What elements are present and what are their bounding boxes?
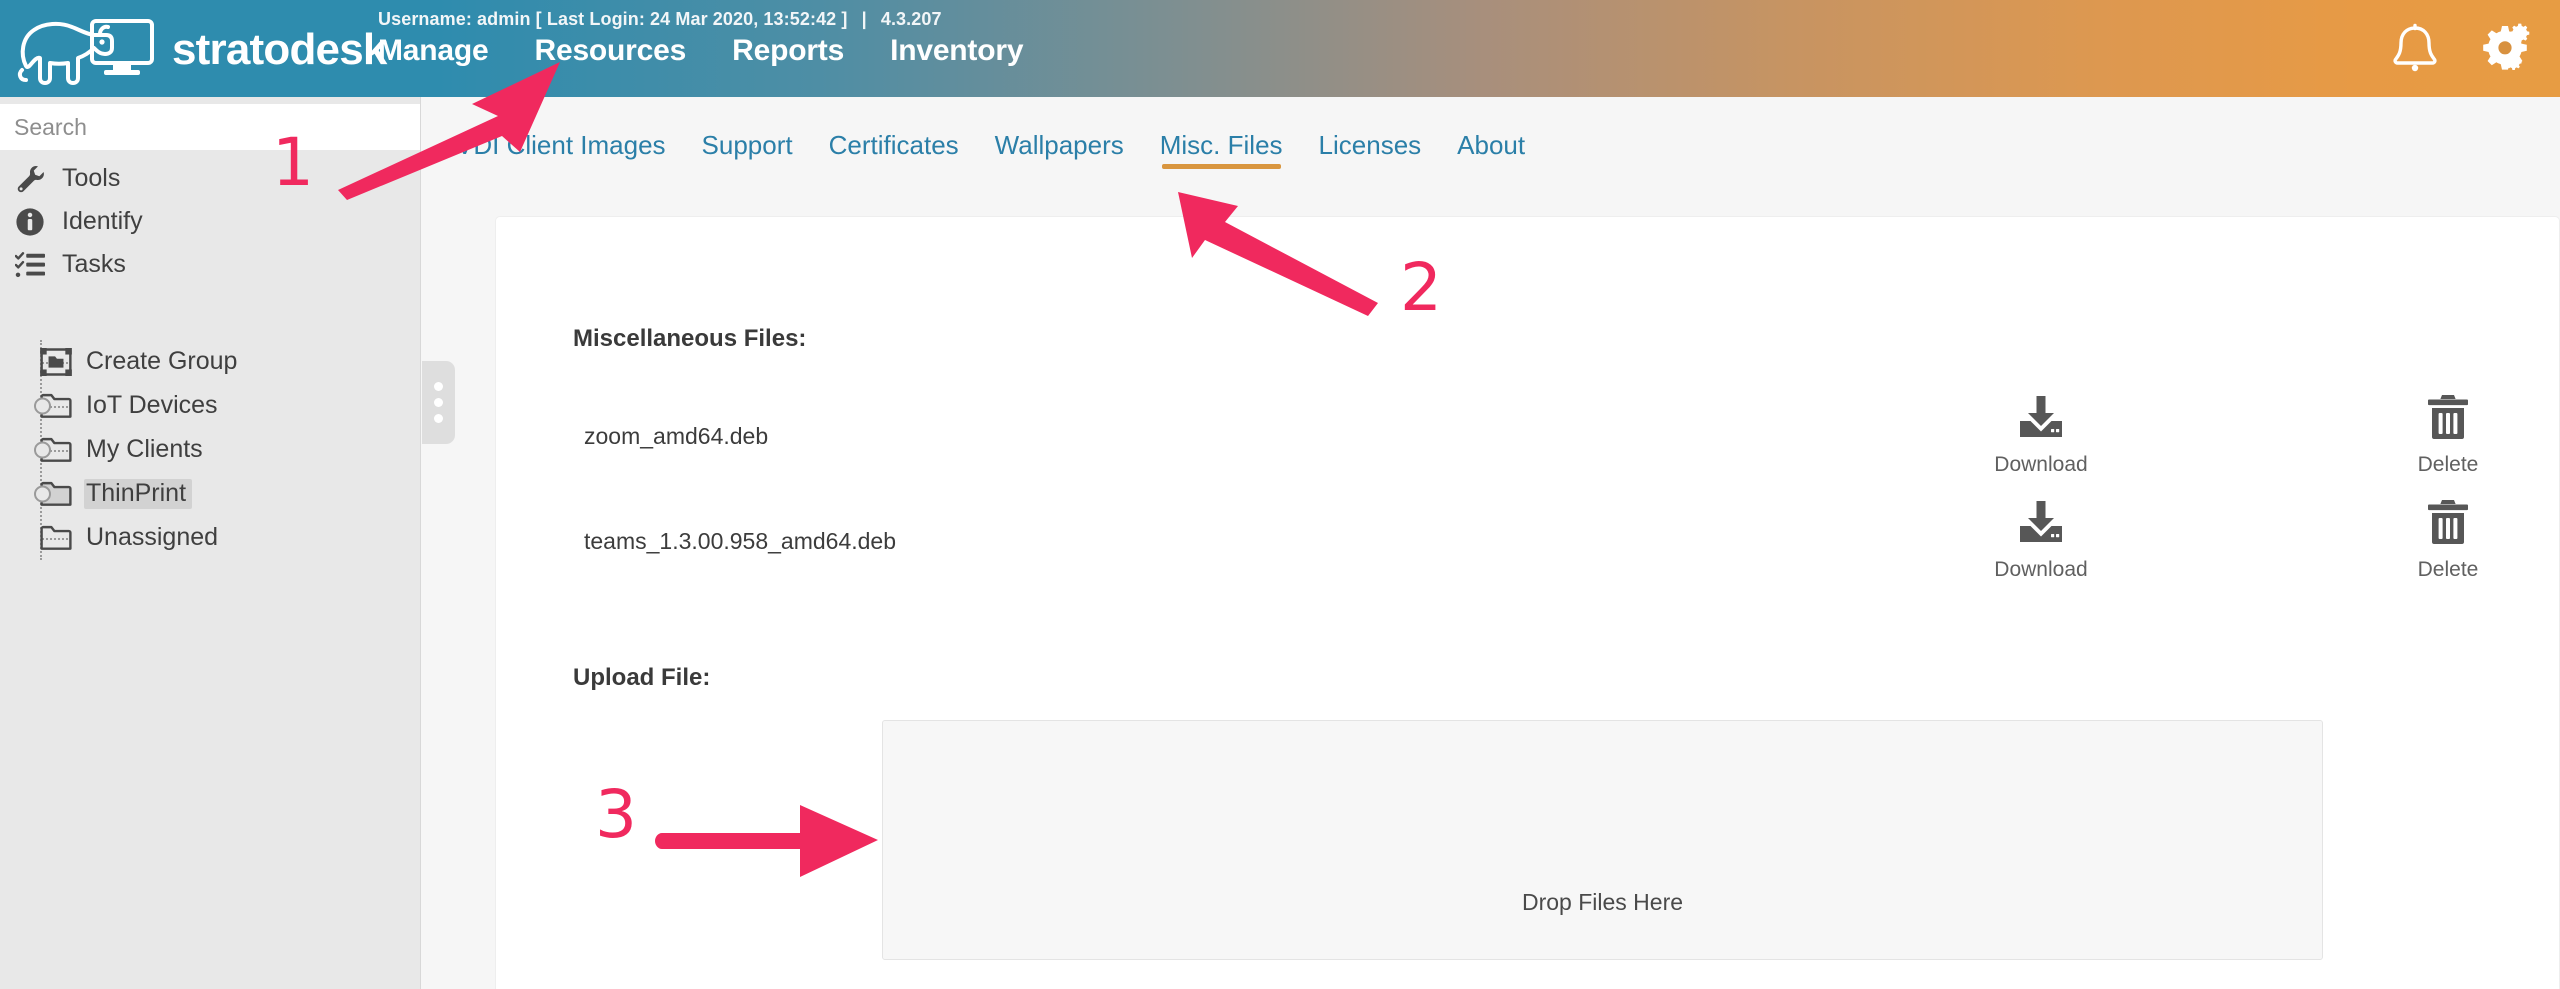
- username-label: Username: admin: [378, 9, 531, 29]
- tab-misc-files[interactable]: Misc. Files: [1160, 132, 1283, 169]
- tree-expand-knob[interactable]: [34, 441, 51, 459]
- download-icon: [2018, 394, 2064, 445]
- misc-files-panel: Miscellaneous Files: zoom_amd64.deb Down…: [495, 216, 2560, 989]
- download-button[interactable]: Download: [1966, 394, 2116, 475]
- dropzone-label: Drop Files Here: [1521, 889, 1684, 915]
- main-navigation: Manage Resources Reports Inventory: [378, 34, 1024, 68]
- handle-dot: [434, 382, 443, 391]
- tree-item-iot-devices[interactable]: IoT Devices: [0, 384, 421, 428]
- sidebar-item-label: Identify: [62, 207, 143, 235]
- tree-expand-knob[interactable]: [34, 397, 51, 415]
- delete-button[interactable]: Delete: [2373, 394, 2523, 475]
- tree-item-create-group[interactable]: Create Group: [0, 340, 421, 384]
- gears-icon[interactable]: [2482, 22, 2538, 79]
- tab-about[interactable]: About: [1457, 132, 1525, 169]
- tab-licenses[interactable]: Licenses: [1319, 132, 1422, 169]
- trash-icon: [2427, 394, 2469, 445]
- download-button[interactable]: Download: [1966, 499, 2116, 580]
- app-root: stratodesk Username: admin [ Last Login:…: [0, 0, 2560, 989]
- tree-item-unassigned[interactable]: Unassigned: [0, 516, 421, 560]
- file-name: teams_1.3.00.958_amd64.deb: [584, 528, 897, 554]
- sidebar-item-tools[interactable]: Tools: [0, 157, 421, 200]
- content-area: Miscellaneous Files: zoom_amd64.deb Down…: [421, 97, 2560, 989]
- misc-files-heading: Miscellaneous Files:: [573, 325, 807, 352]
- version-label: 4.3.207: [880, 9, 942, 29]
- download-icon: [2018, 499, 2064, 550]
- delete-label: Delete: [2417, 453, 2479, 476]
- brand-name: stratodesk: [172, 25, 387, 74]
- header-icon-group: [2392, 22, 2538, 79]
- nav-manage[interactable]: Manage: [378, 34, 489, 68]
- file-dropzone[interactable]: Drop Files Here: [882, 720, 2323, 960]
- trash-icon: [2427, 499, 2469, 550]
- nav-resources[interactable]: Resources: [535, 34, 687, 68]
- sidebar-item-tasks[interactable]: Tasks: [0, 243, 421, 286]
- tree-item-label: IoT Devices: [86, 391, 218, 419]
- tree-item-label: Create Group: [86, 347, 238, 375]
- top-header-bar: stratodesk Username: admin [ Last Login:…: [0, 0, 2560, 97]
- handle-dot: [434, 414, 443, 423]
- tab-support[interactable]: Support: [702, 132, 793, 169]
- tree-item-label: Unassigned: [86, 523, 219, 551]
- search-input[interactable]: [0, 104, 420, 150]
- bell-icon[interactable]: [2392, 23, 2438, 78]
- tab-vdi-client-images[interactable]: VDI Client Images: [456, 132, 666, 169]
- brand-logo[interactable]: stratodesk: [14, 8, 387, 86]
- create-group-icon: [36, 348, 76, 376]
- info-circle-icon: [10, 207, 50, 237]
- info-separator: |: [861, 9, 867, 29]
- file-row: zoom_amd64.deb Download Delete: [496, 386, 2559, 496]
- download-label: Download: [1994, 558, 2088, 581]
- tree-item-thinprint[interactable]: ThinPrint: [0, 472, 421, 516]
- file-name: zoom_amd64.deb: [584, 423, 769, 449]
- last-login-label: [ Last Login: 24 Mar 2020, 13:52:42 ]: [535, 9, 848, 29]
- tree-item-my-clients[interactable]: My Clients: [0, 428, 421, 472]
- wrench-icon: [10, 164, 50, 194]
- download-label: Download: [1994, 453, 2088, 476]
- delete-label: Delete: [2417, 558, 2479, 581]
- upload-file-heading: Upload File:: [573, 664, 711, 691]
- tree-expand-knob[interactable]: [34, 485, 51, 503]
- sidebar-collapse-handle[interactable]: [422, 361, 455, 444]
- left-sidebar: Tools Identify: [0, 97, 421, 989]
- file-row: teams_1.3.00.958_amd64.deb Download Dele…: [496, 491, 2559, 601]
- tree-item-label: My Clients: [86, 435, 203, 463]
- tree-item-label: ThinPrint: [84, 479, 193, 509]
- handle-dot: [434, 398, 443, 407]
- sidebar-item-label: Tasks: [62, 250, 126, 278]
- nav-reports[interactable]: Reports: [732, 34, 844, 68]
- user-info-line: Username: admin [ Last Login: 24 Mar 202…: [378, 9, 942, 30]
- sidebar-item-identify[interactable]: Identify: [0, 200, 421, 243]
- sidebar-primary-list: Tools Identify Tasks: [0, 157, 421, 286]
- nav-inventory[interactable]: Inventory: [890, 34, 1023, 68]
- tab-certificates[interactable]: Certificates: [829, 132, 959, 169]
- folder-icon: [36, 525, 76, 551]
- sub-tab-bar: VDI Client Images Support Certificates W…: [456, 132, 1525, 169]
- sidebar-group-tree: Create Group IoT Devices My Clients Thin…: [0, 340, 421, 560]
- checklist-icon: [10, 250, 50, 280]
- delete-button[interactable]: Delete: [2373, 499, 2523, 580]
- tab-wallpapers[interactable]: Wallpapers: [995, 132, 1124, 169]
- polar-bear-monitor-logo-icon: [14, 8, 162, 86]
- sidebar-item-label: Tools: [62, 164, 121, 192]
